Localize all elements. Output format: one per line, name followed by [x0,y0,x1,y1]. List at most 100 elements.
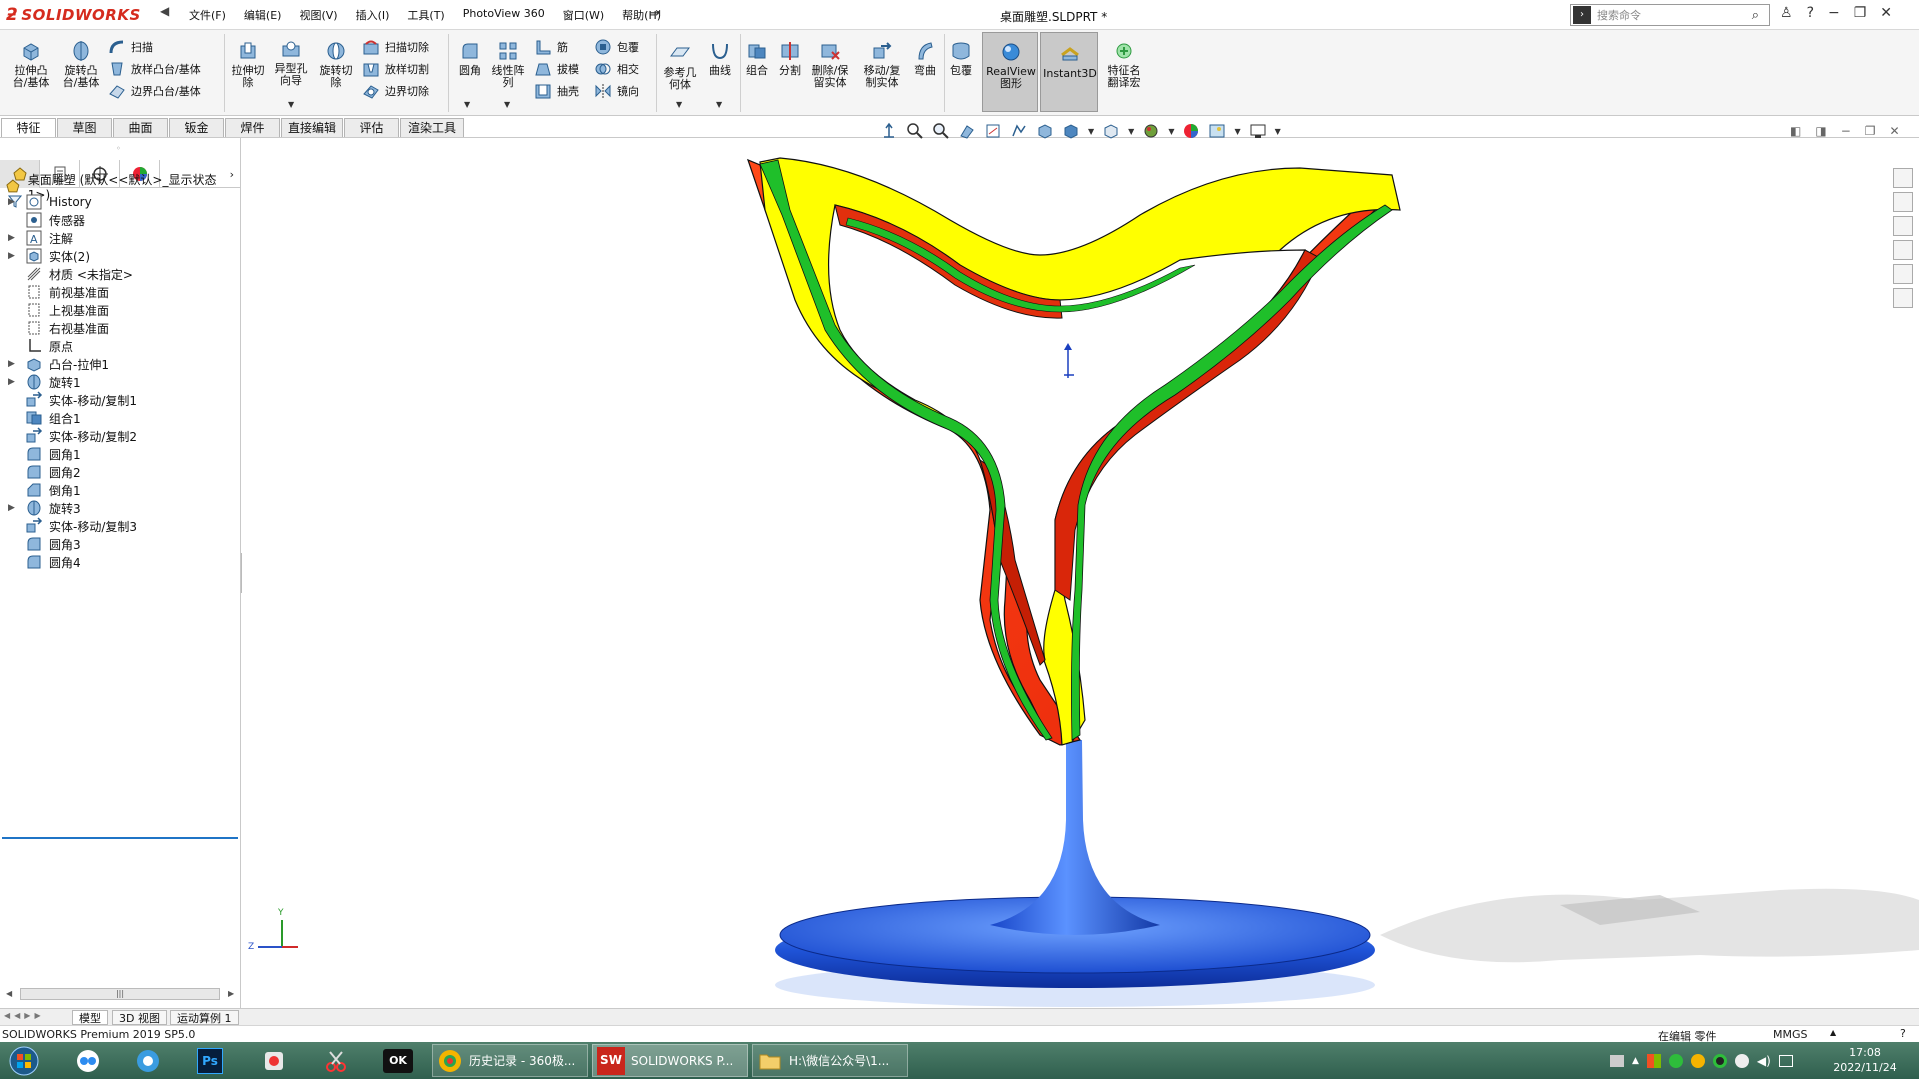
hole-dropdown-icon[interactable]: ▼ [288,100,294,109]
dynamic-annotation-icon[interactable] [984,122,1002,140]
graphics-area[interactable]: Y Z [242,138,1919,1008]
view-settings-dropdown-icon[interactable]: ▼ [1275,127,1281,136]
taskbar-task-folder[interactable]: H:\微信公众号\1... [752,1044,908,1077]
keyboard-tray-icon[interactable] [1610,1055,1624,1067]
tree-item[interactable]: 实体-移动/复制3 [0,517,240,535]
hide-show-items-icon[interactable] [1102,122,1120,140]
tab-evaluate[interactable]: 评估 [344,118,399,137]
status-units[interactable]: MMGS [1773,1028,1808,1041]
baidu-netdisk-taskbar-icon[interactable] [68,1045,108,1077]
quick-tips-icon[interactable]: ? [1900,1027,1906,1040]
section-view-icon[interactable] [958,122,976,140]
3d-sketch-icon[interactable] [1010,122,1028,140]
rib-button[interactable]: 筋 [534,38,568,56]
display-tray-icon[interactable] [1778,1055,1793,1067]
realview-button[interactable]: RealView 图形 [982,32,1038,112]
curves-button[interactable]: 曲线 [702,40,738,77]
expand-arrow-icon[interactable]: ▶ [8,359,18,369]
display-style-dropdown-icon[interactable]: ▼ [1088,127,1094,136]
tab-3d-views[interactable]: 3D 视图 [112,1010,167,1025]
tree-horizontal-scrollbar[interactable]: ||| [20,988,220,1000]
tab-surfaces[interactable]: 曲面 [113,118,168,137]
curves-dropdown-icon[interactable]: ▼ [716,100,722,109]
extrude-cut-button[interactable]: 拉伸切 除 [228,40,268,89]
tree-item[interactable]: 材质 <未指定> [0,265,240,283]
sweep-button[interactable]: 扫描 [108,38,153,56]
view-orientation-icon[interactable] [1036,122,1054,140]
app-taskbar-icon[interactable] [254,1045,294,1077]
expand-arrow-icon[interactable]: ▶ [8,197,18,207]
photoshop-taskbar-icon[interactable]: Ps [190,1045,230,1077]
appearances-icon[interactable] [1893,264,1913,284]
menu-help[interactable]: 帮助(H) [613,7,670,23]
scenes-icon[interactable] [1208,122,1226,140]
browser-taskbar-icon[interactable] [128,1045,168,1077]
menu-insert[interactable]: 插入(I) [347,7,399,23]
tree-item[interactable]: 实体-移动/复制2 [0,427,240,445]
restore-icon[interactable]: ❐ [1854,5,1867,21]
volume-icon[interactable]: ◀) [1757,1054,1771,1068]
zoom-area-icon[interactable] [932,122,950,140]
taskbar-task-solidworks[interactable]: SW SOLIDWORKS P... [592,1044,748,1077]
boundary-boss-button[interactable]: 边界凸台/基体 [108,82,201,100]
menu-tools[interactable]: 工具(T) [398,7,453,23]
apply-scene-icon[interactable] [1182,122,1200,140]
taskbar-task-browser[interactable]: 历史记录 - 360极... [432,1044,588,1077]
scissors-taskbar-icon[interactable] [316,1045,356,1077]
pin-icon[interactable]: ⇥ [650,6,661,21]
display-style-icon[interactable] [1062,122,1080,140]
tree-item[interactable]: ▶ 旋转3 [0,499,240,517]
tab-weldments[interactable]: 焊件 [225,118,280,137]
solidworks-logo[interactable]: ƻ SOLID WORKS [6,5,141,25]
user-icon[interactable]: ♙ [1780,5,1793,21]
menu-file[interactable]: 文件(F) [180,7,235,23]
revolve-cut-button[interactable]: 旋转切 除 [316,40,356,89]
tree-item[interactable]: ▶ History [0,193,240,211]
security-tray-icon[interactable] [1734,1054,1749,1068]
tree-item[interactable]: 组合1 [0,409,240,427]
tree-item[interactable]: 右视基准面 [0,319,240,337]
tab-sheet-metal[interactable]: 钣金 [169,118,224,137]
wrap-button[interactable]: 包覆 [594,38,639,56]
wrap-feature-button[interactable]: 包覆 [946,40,976,77]
file-explorer-icon[interactable] [1893,216,1913,236]
expand-arrow-icon[interactable]: ▶ [8,503,18,513]
tree-item[interactable]: 原点 [0,337,240,355]
menu-expand-icon[interactable]: ◀ [160,4,169,18]
zoom-to-fit-icon[interactable] [906,122,924,140]
mirror-button[interactable]: 镜向 [594,82,639,100]
flex-button[interactable]: 弯曲 [910,40,940,77]
tree-item[interactable]: 传感器 [0,211,240,229]
video-app-taskbar-icon[interactable]: OK [378,1045,418,1077]
tree-item[interactable]: 实体-移动/复制1 [0,391,240,409]
taskbar-clock[interactable]: 17:08 2022/11/24 [1830,1045,1900,1075]
tree-item[interactable]: ▶ 凸台-拉伸1 [0,355,240,373]
intersect-button[interactable]: 相交 [594,60,639,78]
extrude-boss-button[interactable]: 拉伸凸 台/基体 [8,40,54,89]
fillet-dropdown-icon[interactable]: ▼ [464,100,470,109]
expand-arrow-icon[interactable]: ▶ [8,233,18,243]
instant3d-button[interactable]: Instant3D [1040,32,1098,112]
wechat-tray-icon[interactable] [1668,1054,1683,1068]
doc-restore-icon[interactable]: ❐ [1865,124,1876,138]
swept-cut-button[interactable]: 扫描切除 [362,38,429,56]
app-tray-icon[interactable] [1690,1054,1705,1068]
tile-left-icon[interactable]: ◧ [1790,124,1801,138]
pattern-dropdown-icon[interactable]: ▼ [504,100,510,109]
menu-window[interactable]: 窗口(W) [554,7,613,23]
scenes-dropdown-icon[interactable]: ▼ [1234,127,1240,136]
panel-grip-icon[interactable]: ◦ [116,144,121,153]
revolve-boss-button[interactable]: 旋转凸 台/基体 [58,40,104,89]
tree-item[interactable]: 圆角4 [0,553,240,571]
tree-item[interactable]: 圆角1 [0,445,240,463]
hole-wizard-button[interactable]: 异型孔 向导 [270,38,312,87]
feature-translate-button[interactable]: 特征名 翻译宏 [1102,40,1146,89]
tree-item[interactable]: ▶ A 注解 [0,229,240,247]
menu-photoview[interactable]: PhotoView 360 [454,7,554,23]
expand-arrow-icon[interactable]: ▶ [8,377,18,387]
split-button[interactable]: 分割 [775,40,805,77]
tree-item[interactable]: 前视基准面 [0,283,240,301]
reference-geometry-button[interactable]: 参考几 何体 [660,42,700,91]
shell-button[interactable]: 抽壳 [534,82,579,100]
scroll-left-icon[interactable]: ◀ [6,989,12,998]
